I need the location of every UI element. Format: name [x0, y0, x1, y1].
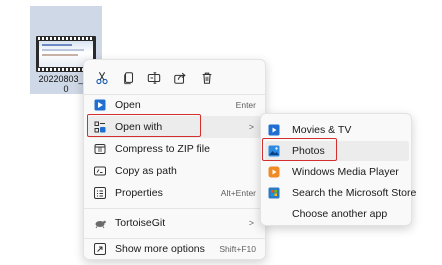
share-icon[interactable]	[171, 69, 189, 87]
chevron-right-icon: >	[248, 122, 254, 132]
submenu-item-label: Choose another app	[292, 208, 388, 220]
submenu-item-label: Windows Media Player	[292, 166, 399, 178]
submenu-item-label: Search the Microsoft Store	[292, 187, 417, 199]
context-menu: Open Enter Open with > Compress to ZIP f…	[83, 59, 266, 260]
menu-item-copy-as-path[interactable]: Copy as path	[88, 160, 262, 182]
accelerator-text: Shift+F10	[219, 244, 256, 254]
zip-icon	[94, 143, 106, 155]
menu-item-label: Properties	[115, 187, 163, 199]
show-more-icon	[94, 243, 106, 255]
menu-item-properties[interactable]: Properties Alt+Enter	[88, 182, 262, 204]
open-with-highlight	[87, 114, 201, 137]
quick-actions-bar	[84, 64, 265, 92]
menu-item-compress-zip[interactable]: Compress to ZIP file	[88, 138, 262, 160]
cut-icon[interactable]	[93, 69, 111, 87]
rename-icon[interactable]	[145, 69, 163, 87]
open-icon	[94, 99, 106, 111]
submenu-item-movies-tv[interactable]: Movies & TV	[265, 120, 409, 140]
menu-item-tortoisegit[interactable]: TortoiseGit >	[88, 212, 262, 234]
menu-item-label: Copy as path	[115, 165, 177, 177]
open-with-submenu: Movies & TV Photos Windows Media Player …	[260, 113, 416, 226]
chevron-right-icon: >	[248, 218, 254, 228]
store-icon	[268, 187, 280, 199]
media-player-icon	[268, 166, 280, 178]
submenu-item-choose-another-app[interactable]: Choose another app	[265, 204, 409, 224]
menu-item-show-more-options[interactable]: Show more options Shift+F10	[88, 238, 262, 260]
menu-item-open[interactable]: Open Enter	[88, 94, 262, 116]
copy-path-icon	[94, 165, 106, 177]
movies-tv-icon	[268, 124, 280, 136]
submenu-item-label: Movies & TV	[292, 124, 352, 136]
copy-icon[interactable]	[120, 69, 138, 87]
menu-item-label: TortoiseGit	[115, 217, 166, 229]
accelerator-text: Alt+Enter	[220, 188, 256, 198]
delete-icon[interactable]	[198, 69, 216, 87]
menu-item-label: Compress to ZIP file	[115, 143, 210, 155]
tortoisegit-icon	[94, 217, 106, 229]
menu-item-label: Open	[115, 99, 141, 111]
submenu-item-search-store[interactable]: Search the Microsoft Store	[265, 183, 416, 203]
submenu-item-windows-media-player[interactable]: Windows Media Player	[265, 162, 409, 182]
photos-highlight	[262, 138, 337, 161]
properties-icon	[94, 187, 106, 199]
accelerator-text: Enter	[235, 100, 256, 110]
menu-item-label: Show more options	[115, 243, 205, 255]
